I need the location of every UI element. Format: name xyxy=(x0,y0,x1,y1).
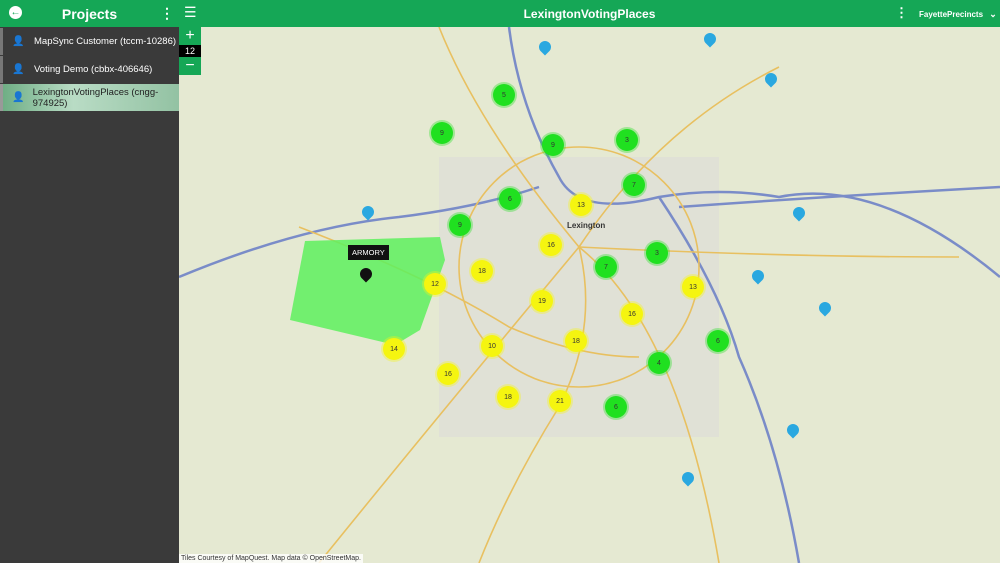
cluster-marker[interactable]: 16 xyxy=(540,234,562,256)
cluster-marker[interactable]: 3 xyxy=(616,129,638,151)
cluster-marker[interactable]: 19 xyxy=(531,290,553,312)
projects-title: Projects xyxy=(61,6,118,22)
page-title: LexingtonVotingPlaces xyxy=(523,7,656,21)
projects-menu-icon[interactable]: ⋮ xyxy=(160,5,174,22)
map-roads xyxy=(179,27,1000,563)
cluster-marker[interactable]: 9 xyxy=(431,122,453,144)
project-label: MapSync Customer (tccm-10286) xyxy=(34,36,177,47)
cluster-marker[interactable]: 13 xyxy=(682,276,704,298)
cluster-marker[interactable]: 16 xyxy=(621,303,643,325)
cluster-marker[interactable]: 14 xyxy=(383,338,405,360)
user-icon: 👤 xyxy=(12,64,25,75)
cluster-marker[interactable]: 9 xyxy=(449,214,471,236)
zoom-in-button[interactable]: + xyxy=(179,27,201,45)
cluster-marker[interactable]: 10 xyxy=(481,335,503,357)
layer-select-value: FayettePrecincts xyxy=(919,10,984,19)
city-label: Lexington xyxy=(567,221,606,230)
project-item-voting-demo[interactable]: 👤 Voting Demo (cbbx-406646) xyxy=(0,56,179,83)
zoom-out-button[interactable]: − xyxy=(179,57,201,75)
cluster-marker[interactable]: 3 xyxy=(646,242,668,264)
cluster-marker[interactable]: 6 xyxy=(707,330,729,352)
map-canvas[interactable]: Lexington 5 9 9 3 7 6 9 3 7 6 4 6 13 16 18 12 19 13 16 18 10… xyxy=(179,27,1000,563)
cluster-marker[interactable]: 18 xyxy=(471,260,493,282)
marker-tooltip: ARMORY xyxy=(348,245,389,260)
cluster-marker[interactable]: 12 xyxy=(424,273,446,295)
cluster-marker[interactable]: 6 xyxy=(499,188,521,210)
cluster-marker[interactable]: 21 xyxy=(549,390,571,412)
zoom-level: 12 xyxy=(179,45,201,57)
cluster-marker[interactable]: 18 xyxy=(565,330,587,352)
top-bar: ← Projects ⋮ ☰ LexingtonVotingPlaces ⋮ F… xyxy=(0,0,1000,27)
project-sidebar: 👤 MapSync Customer (tccm-10286) 👤 Voting D… xyxy=(0,27,179,563)
cluster-marker[interactable]: 18 xyxy=(497,386,519,408)
project-label: LexingtonVotingPlaces (cngg-974925) xyxy=(32,86,159,109)
map-attribution: Tiles Courtesy of MapQuest. Map data © O… xyxy=(179,554,363,563)
layer-select[interactable]: FayettePrecincts ⌄ xyxy=(919,9,997,20)
project-label: Voting Demo (cbbx-406646) xyxy=(34,64,153,75)
cluster-marker[interactable]: 13 xyxy=(570,194,592,216)
cluster-marker[interactable]: 6 xyxy=(605,396,627,418)
chevron-down-icon: ⌄ xyxy=(989,9,997,19)
project-item-mapsync[interactable]: 👤 MapSync Customer (tccm-10286) xyxy=(0,28,179,55)
cluster-marker[interactable]: 9 xyxy=(542,134,564,156)
user-icon: 👤 xyxy=(12,36,25,47)
project-item-lexington[interactable]: 👤 LexingtonVotingPlaces (cngg-974925) xyxy=(0,84,179,111)
cluster-marker[interactable]: 4 xyxy=(648,352,670,374)
cluster-marker[interactable]: 7 xyxy=(623,174,645,196)
cluster-marker[interactable]: 7 xyxy=(595,256,617,278)
user-icon: 👤 xyxy=(12,92,25,103)
layer-menu-icon[interactable]: ⋮ xyxy=(895,5,908,21)
zoom-control: + 12 − xyxy=(179,27,201,75)
cluster-marker[interactable]: 5 xyxy=(493,84,515,106)
cluster-marker[interactable]: 16 xyxy=(437,363,459,385)
